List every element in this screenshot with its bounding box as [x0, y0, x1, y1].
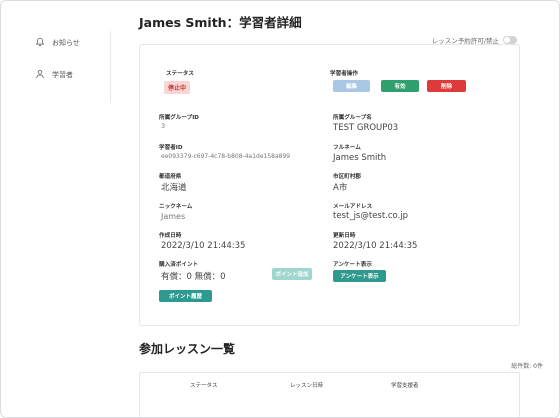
learner-detail-card: ステータス 停止中 学習者操作 編集 有効 削除 所属グループID 3 所属グル… [139, 44, 520, 326]
lessons-total-count: 総件数: 0件 [511, 363, 543, 370]
column-header-lesson-datetime: レッスン日時 [290, 383, 324, 389]
survey-label: アンケート表示 [333, 262, 372, 268]
sidebar-item-label: お知らせ [52, 39, 80, 47]
points-label: 購入済ポイント [159, 262, 199, 268]
created-label: 作成日時 [159, 233, 182, 239]
created-value: 2022/3/10 21:44:35 [161, 241, 246, 251]
page-title: James Smith：学習者詳細 [139, 15, 302, 30]
edit-button[interactable]: 編集 [333, 80, 370, 92]
sidebar: お知らせ 学習者 [1, 1, 111, 417]
point-history-button[interactable]: ポイント履歴 [159, 290, 212, 302]
group-name-label: 所属グループ名 [333, 115, 372, 121]
group-id-value: 3 [161, 122, 166, 130]
nickname-label: ニックネーム [159, 204, 193, 210]
user-icon [35, 69, 45, 81]
delete-button[interactable]: 削除 [427, 80, 466, 92]
learner-id-label: 学習者ID [159, 145, 183, 151]
lessons-title: 参加レッスン一覧 [139, 342, 236, 356]
learner-id-value: ee093379-c697-4c78-b808-4a1de158a899 [161, 153, 291, 160]
sidebar-item-label: 学習者 [52, 71, 73, 79]
column-header-status: ステータス [190, 383, 218, 389]
column-header-supporter: 学習支援者 [391, 383, 419, 389]
activate-button[interactable]: 有効 [381, 80, 419, 92]
sidebar-item-notifications[interactable]: お知らせ [35, 37, 80, 49]
sidebar-item-learners[interactable]: 学習者 [35, 69, 73, 81]
sidebar-divider [110, 31, 111, 103]
survey-button[interactable]: アンケート表示 [333, 270, 386, 282]
fullname-value: James Smith [333, 153, 387, 163]
group-name-value: TEST GROUP03 [333, 123, 399, 133]
fullname-label: フルネーム [333, 145, 361, 151]
prefecture-value: 北海道 [161, 183, 187, 193]
email-value: test_js@test.co.jp [333, 211, 409, 221]
lesson-permission-toggle[interactable] [503, 36, 517, 44]
point-add-button[interactable]: ポイント追加 [272, 268, 312, 280]
status-label: ステータス [166, 71, 194, 77]
updated-label: 更新日時 [333, 233, 356, 239]
group-id-label: 所属グループID [159, 115, 199, 121]
updated-value: 2022/3/10 21:44:35 [333, 241, 418, 251]
city-label: 市区町村郡 [333, 174, 361, 180]
city-value: A市 [333, 183, 348, 193]
points-value: 有償：0 無償：0 [161, 272, 226, 282]
status-badge: 停止中 [164, 81, 191, 94]
lessons-table: ステータス レッスン日時 学習支援者 [139, 372, 520, 417]
nickname-value: James [161, 212, 186, 221]
email-label: メールアドレス [333, 204, 373, 210]
bell-icon [35, 37, 45, 49]
app-window: お知らせ 学習者 James Smith：学習者詳細 レッスン予約許可/禁止 ス… [0, 0, 560, 418]
ops-label: 学習者操作 [330, 71, 358, 77]
prefecture-label: 都道府県 [159, 174, 182, 180]
